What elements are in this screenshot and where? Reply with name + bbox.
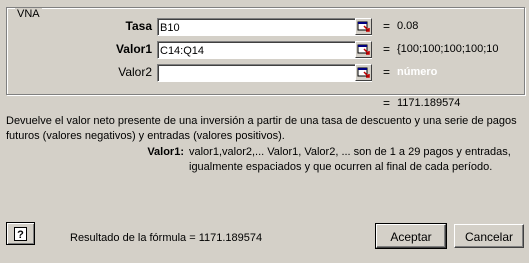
equals-sign: = xyxy=(383,96,391,110)
arg-label-valor1: Valor1 xyxy=(115,42,152,56)
argument-description-text: valor1,valor2,... Valor1, Valor2, ... so… xyxy=(189,146,511,173)
valor1-ref-button[interactable] xyxy=(355,41,372,58)
help-button[interactable]: ? xyxy=(6,222,35,245)
collapse-dialog-icon xyxy=(357,44,370,55)
equals-sign: = xyxy=(383,42,391,56)
valor2-ref-button[interactable] xyxy=(355,64,372,81)
help-icon: ? xyxy=(14,227,27,241)
function-description: Devuelve el valor neto presente de una i… xyxy=(6,115,517,142)
argument-description-name: Valor1: xyxy=(147,146,184,158)
collapse-dialog-icon xyxy=(357,21,370,32)
equals-sign: = xyxy=(383,65,391,79)
arg-label-tasa: Tasa xyxy=(125,19,152,33)
valor1-input[interactable]: C14:Q14 xyxy=(157,41,372,59)
svg-text:?: ? xyxy=(17,229,24,241)
arg-label-valor2: Valor2 xyxy=(118,65,152,79)
valor2-result: número xyxy=(397,66,438,78)
tasa-ref-button[interactable] xyxy=(355,18,372,35)
formula-result: Resultado de la fórmula = 1171.189574 xyxy=(70,232,263,244)
function-result-value: 1171.189574 xyxy=(397,97,461,109)
tasa-result: 0.08 xyxy=(397,20,419,32)
cancel-button[interactable]: Cancelar xyxy=(454,224,524,248)
equals-sign: = xyxy=(383,19,391,33)
collapse-dialog-icon xyxy=(357,67,370,78)
function-arguments-dialog: VNA Tasa B10 = 0.08 Valor1 C14:Q14 = {10… xyxy=(0,0,529,263)
tasa-input[interactable]: B10 xyxy=(157,18,372,36)
ok-button[interactable]: Aceptar xyxy=(375,223,447,249)
valor1-result: {100;100;100;100;10 xyxy=(397,43,499,55)
valor2-input[interactable] xyxy=(157,64,372,82)
